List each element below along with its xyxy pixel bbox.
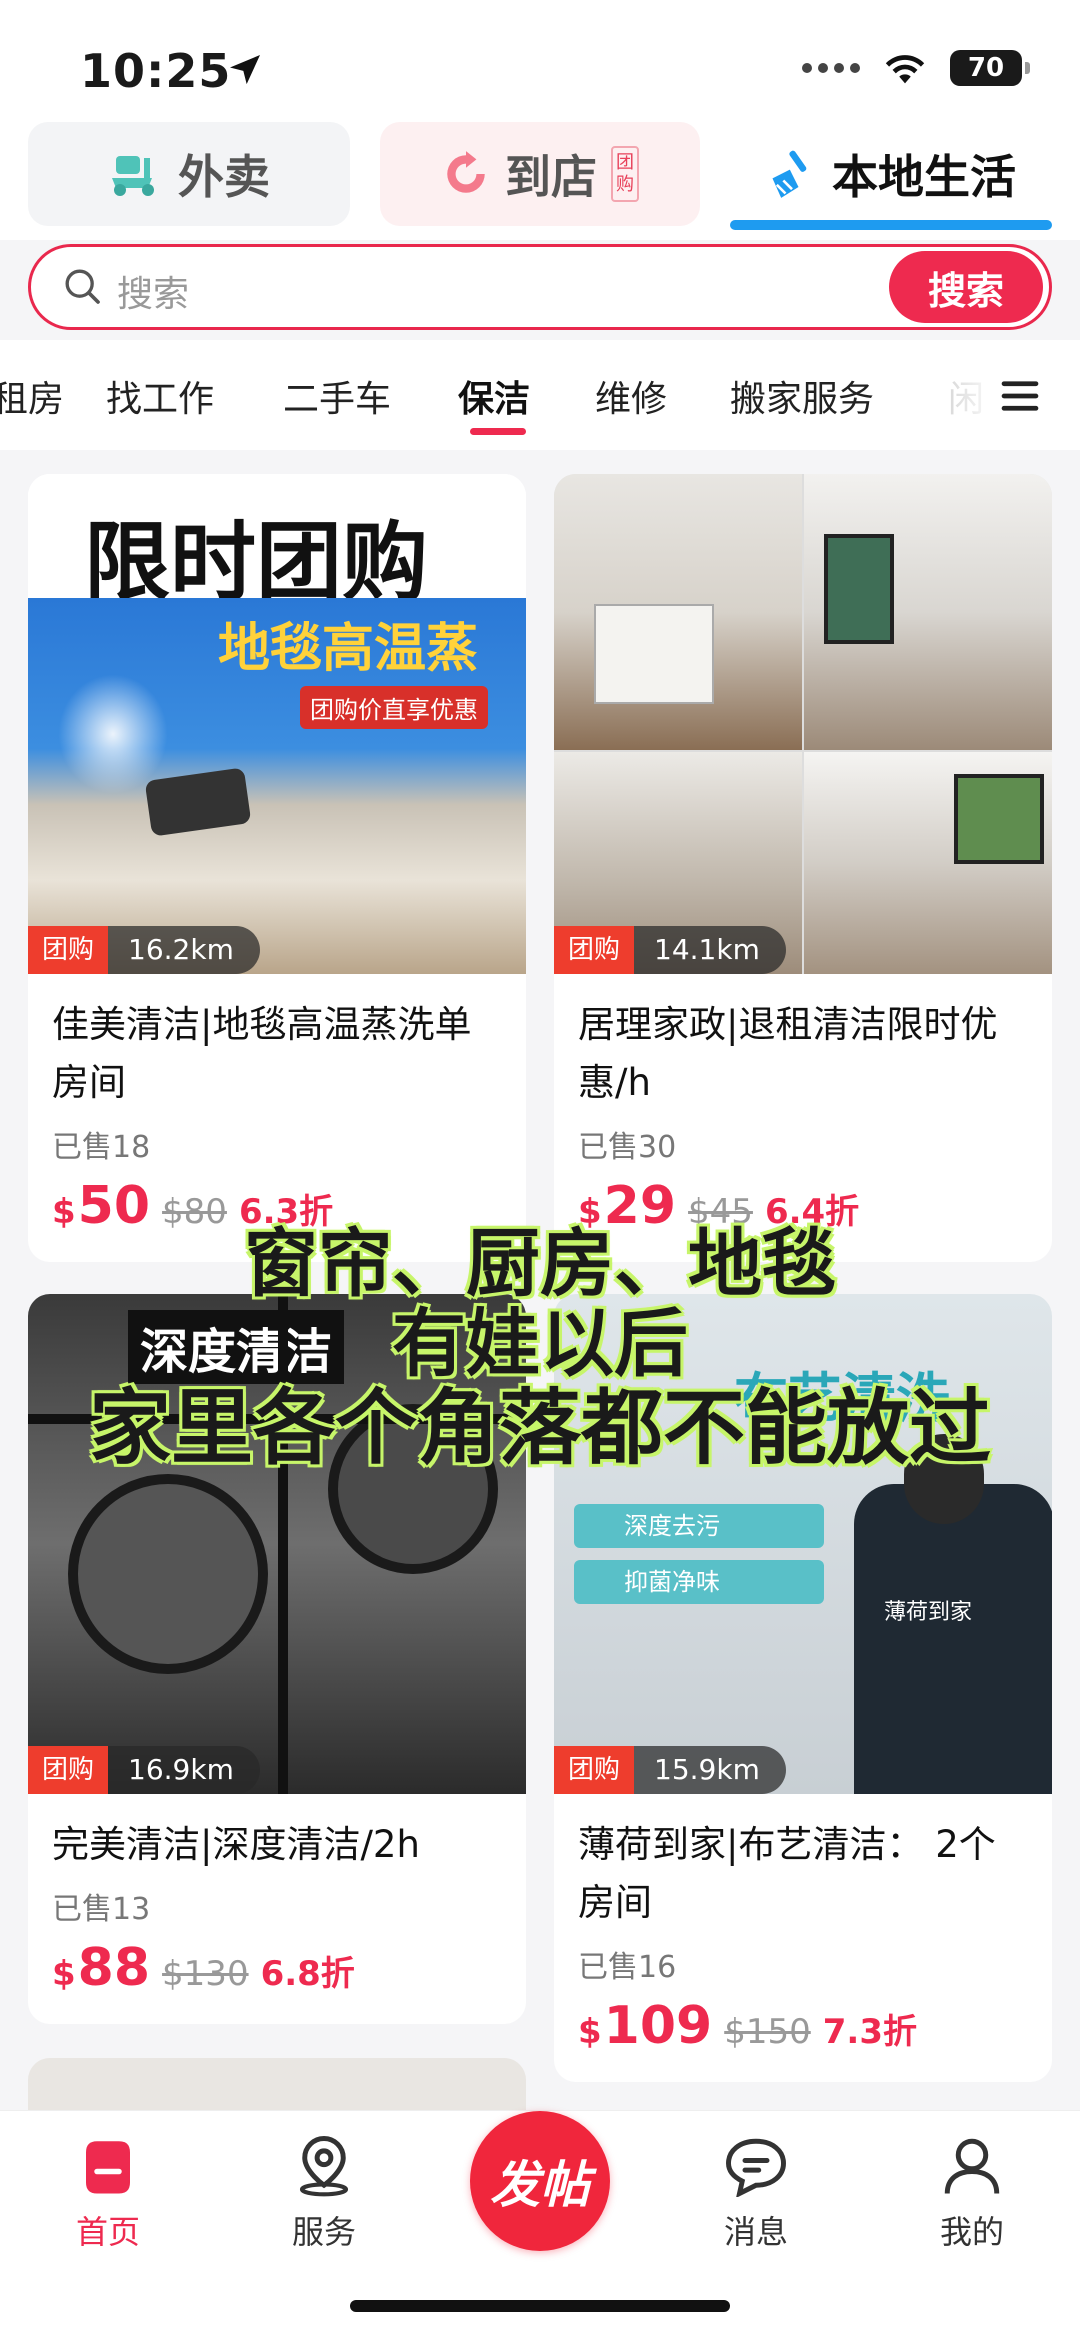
product-image: 深度清洁 团购 16.9km [28, 1294, 526, 1794]
category-repair[interactable]: 维修 [595, 370, 667, 422]
product-image: 限时团购 地毯高温蒸 团购价直享优惠 团购 16.2km [28, 474, 526, 974]
brand-logo-text: 薄荷到家 [884, 1600, 973, 1625]
search-icon [65, 269, 100, 304]
sold-count: 已售13 [52, 1892, 151, 1927]
image-headline: 布艺清洗 [734, 1367, 950, 1430]
product-title: 完美清洁|深度清洁/2h [52, 1823, 420, 1866]
nav-messages-label: 消息 [723, 2213, 788, 2251]
search-input[interactable]: 搜索 [117, 265, 189, 317]
original-price: $130 [162, 1954, 249, 1994]
product-title: 佳美清洁|地毯高温蒸洗单房间 [52, 1003, 472, 1104]
product-card[interactable]: 布艺清洗 深度去污 抑菌净味 薄荷到家 团购 15.9km 薄荷到家|布艺清洁：… [554, 1294, 1052, 2082]
battery-indicator: 70 [950, 50, 1030, 86]
cellular-signal-icon [802, 63, 860, 73]
original-price: $150 [724, 2012, 811, 2052]
post-button[interactable]: 发帖 [470, 2111, 610, 2251]
currency-symbol: $ [578, 1192, 602, 1232]
discount: 6.3折 [238, 1192, 334, 1232]
location-pin-icon [299, 2136, 349, 2197]
wifi-icon [885, 55, 925, 84]
group-buy-badge: 团购 [611, 146, 639, 202]
feature-check: 深度去污 [574, 1504, 824, 1548]
tab-takeout-label: 外卖 [178, 150, 270, 204]
currency-symbol: $ [52, 1954, 76, 1994]
nav-profile-label: 我的 [939, 2213, 1004, 2251]
nav-home[interactable]: 首页 [38, 2135, 178, 2253]
tab-local-life[interactable]: 本地生活 [730, 122, 1052, 226]
category-used-cars[interactable]: 二手车 [283, 370, 391, 422]
nav-profile[interactable]: 我的 [902, 2135, 1042, 2253]
original-price: $80 [162, 1192, 227, 1232]
product-image: 团购 14.1km [554, 474, 1052, 974]
location-arrow-icon [230, 55, 260, 85]
current-price: 29 [603, 1176, 677, 1236]
product-card[interactable]: 限时团购 地毯高温蒸 团购价直享优惠 团购 16.2km 佳美清洁|地毯高温蒸洗… [28, 474, 526, 1262]
search-bar[interactable]: 搜索 搜索 [28, 244, 1052, 330]
current-price: 109 [603, 1996, 713, 2056]
discount: 6.4折 [764, 1192, 860, 1232]
distance-badge: 14.1km [634, 926, 786, 974]
original-price: $45 [688, 1192, 753, 1232]
group-buy-badge: 团购 [554, 926, 635, 974]
status-time: 10:25 [80, 44, 232, 98]
group-buy-badge: 团购 [554, 1746, 635, 1794]
active-tab-indicator [730, 220, 1052, 230]
distance-badge: 15.9km [634, 1746, 786, 1794]
tab-local-life-label: 本地生活 [832, 150, 1016, 204]
sold-count: 已售16 [578, 1950, 677, 1985]
status-indicators: 70 [802, 50, 1030, 86]
price-row: $ 50 $80 6.3折 [28, 1166, 526, 1262]
broom-icon [772, 150, 807, 198]
product-card[interactable]: 团购 14.1km 居理家政|退租清洁限时优惠/h 已售30 $ 29 $45 … [554, 474, 1052, 1262]
top-tabs: 外卖 到店 团购 本地生活 [0, 120, 1080, 240]
message-icon [726, 2138, 786, 2197]
feature-check: 抑菌净味 [574, 1560, 824, 1604]
current-price: 50 [77, 1176, 151, 1236]
image-tag: 团购价直享优惠 [300, 686, 488, 729]
discount: 7.3折 [822, 2012, 917, 2052]
menu-icon[interactable] [998, 374, 1042, 418]
image-banner: 地毯高温蒸 [218, 619, 479, 679]
product-title: 薄荷到家|布艺清洁： 2个房间 [578, 1823, 996, 1924]
category-moving[interactable]: 搬家服务 [730, 370, 874, 422]
group-buy-badge: 团购 [28, 926, 109, 974]
nav-messages[interactable]: 消息 [686, 2135, 826, 2253]
user-icon [944, 2138, 1000, 2194]
product-card-partial[interactable] [28, 2058, 526, 2110]
active-category-indicator [470, 428, 526, 435]
category-jobs[interactable]: 找工作 [106, 370, 214, 422]
product-grid: 限时团购 地毯高温蒸 团购价直享优惠 团购 16.2km 佳美清洁|地毯高温蒸洗… [0, 450, 1080, 2110]
category-strip: 租房 找工作 二手车 保洁 维修 搬家服务 闲 [0, 340, 1080, 450]
sold-count: 已售18 [52, 1130, 151, 1165]
currency-symbol: $ [52, 1192, 76, 1232]
product-card[interactable]: 深度清洁 团购 16.9km 完美清洁|深度清洁/2h 已售13 $ 88 $1… [28, 1294, 526, 2024]
group-buy-badge: 团购 [28, 1746, 109, 1794]
distance-badge: 16.2km [108, 926, 260, 974]
current-price: 88 [77, 1938, 151, 1998]
tab-in-store[interactable]: 到店 团购 [380, 122, 700, 226]
currency-symbol: $ [578, 2012, 602, 2052]
status-bar: 10:25 70 [0, 0, 1080, 120]
price-row: $ 88 $130 6.8折 [28, 1928, 526, 2024]
scooter-icon [112, 156, 154, 196]
nav-home-label: 首页 [75, 2213, 140, 2251]
product-image: 布艺清洗 深度去污 抑菌净味 薄荷到家 团购 15.9km [554, 1294, 1052, 1794]
nav-services[interactable]: 服务 [254, 2135, 394, 2253]
nav-services-label: 服务 [291, 2213, 356, 2251]
price-row: $ 109 $150 7.3折 [554, 1986, 1052, 2082]
price-row: $ 29 $45 6.4折 [554, 1166, 1052, 1262]
tab-takeout[interactable]: 外卖 [28, 122, 350, 226]
category-cleaning[interactable]: 保洁 [458, 370, 530, 422]
home-indicator [350, 2300, 730, 2312]
image-headline: 深度清洁 [128, 1310, 345, 1384]
home-icon [86, 2141, 130, 2194]
sold-count: 已售30 [578, 1130, 677, 1165]
distance-badge: 16.9km [108, 1746, 260, 1794]
tab-in-store-label: 到店 [505, 150, 597, 204]
product-title: 居理家政|退租清洁限时优惠/h [578, 1003, 998, 1104]
search-button[interactable]: 搜索 [889, 251, 1043, 323]
category-rent[interactable]: 租房 [0, 370, 64, 422]
discount: 6.8折 [260, 1954, 355, 1994]
store-refresh-icon [447, 151, 485, 193]
